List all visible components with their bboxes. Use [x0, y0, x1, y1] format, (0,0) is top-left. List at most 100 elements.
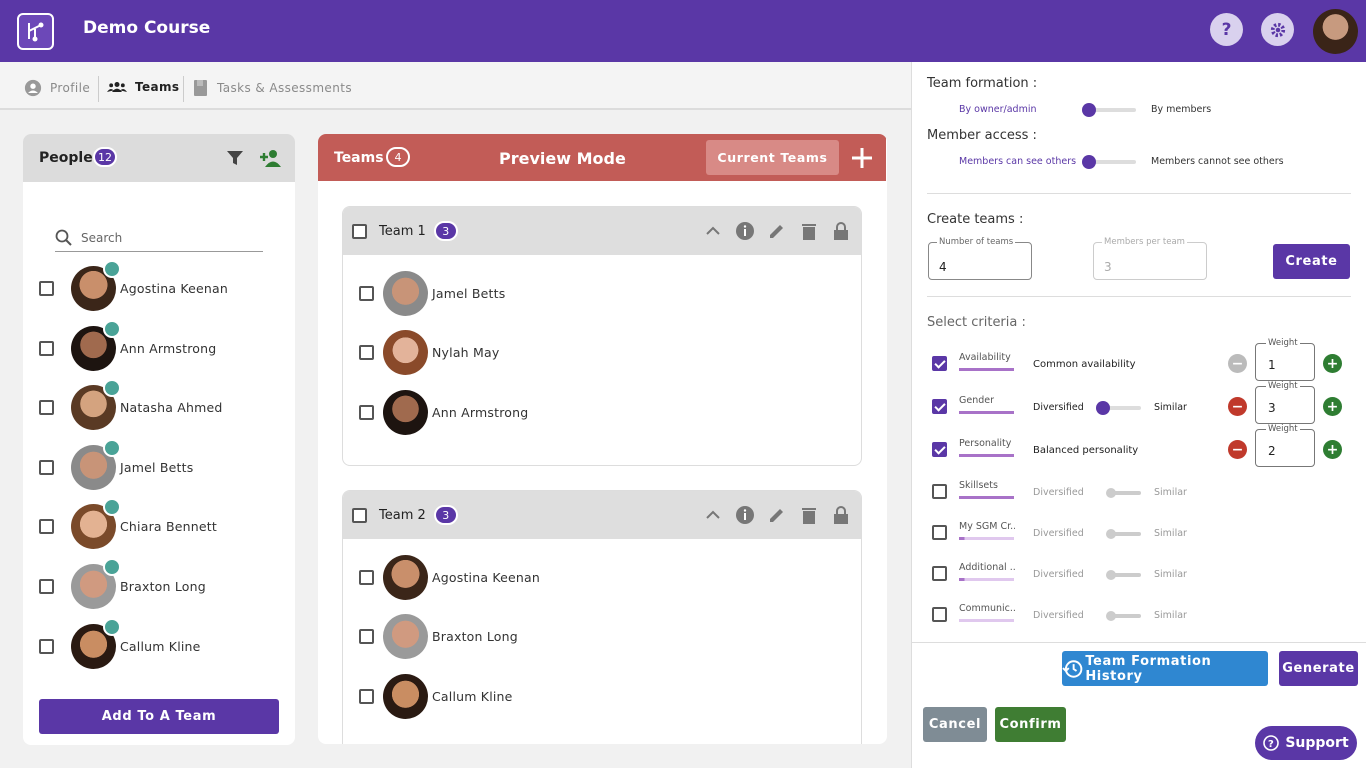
- user-avatar[interactable]: [1313, 9, 1358, 54]
- member-checkbox[interactable]: [359, 285, 374, 301]
- cancel-button[interactable]: Cancel: [923, 707, 987, 742]
- person-checkbox[interactable]: [39, 340, 54, 356]
- add-to-team-button[interactable]: Add To A Team: [39, 699, 279, 734]
- criteria-slider[interactable]: [1106, 488, 1141, 498]
- support-button[interactable]: ? Support: [1255, 726, 1357, 760]
- person-row[interactable]: Ann Armstrong: [39, 319, 216, 372]
- criteria-checkbox[interactable]: [932, 525, 947, 540]
- lock-icon[interactable]: [831, 505, 851, 525]
- confirm-button[interactable]: Confirm: [995, 707, 1066, 742]
- chevron-up-icon[interactable]: [703, 221, 723, 241]
- current-teams-button[interactable]: Current Teams: [706, 140, 839, 175]
- criteria-slider[interactable]: [1106, 529, 1141, 539]
- criteria-checkbox[interactable]: [932, 356, 947, 371]
- number-of-teams-field[interactable]: Number of teams 4: [928, 237, 1032, 280]
- add-team-icon[interactable]: [851, 147, 873, 169]
- person-checkbox[interactable]: [39, 638, 54, 654]
- person-row[interactable]: Braxton Long: [39, 557, 206, 610]
- weight-field[interactable]: Weight 1: [1255, 338, 1315, 381]
- member-checkbox[interactable]: [359, 628, 374, 644]
- criteria-checkbox[interactable]: [932, 607, 947, 622]
- person-row[interactable]: Jamel Betts: [39, 438, 193, 491]
- tab-teams[interactable]: Teams: [107, 79, 179, 95]
- people-header: People 12: [23, 134, 295, 182]
- create-button[interactable]: Create: [1273, 244, 1350, 279]
- weight-value[interactable]: 2: [1268, 444, 1276, 458]
- person-checkbox[interactable]: [39, 280, 54, 296]
- team-member-row[interactable]: Callum Kline: [359, 672, 513, 720]
- access-toggle[interactable]: [1082, 155, 1136, 169]
- slider-knob[interactable]: [1106, 529, 1116, 539]
- person-row[interactable]: Agostina Keenan: [39, 259, 228, 312]
- slider-knob[interactable]: [1106, 611, 1116, 621]
- minus-icon[interactable]: −: [1228, 440, 1247, 459]
- team-checkbox[interactable]: [352, 507, 367, 523]
- toggle-knob[interactable]: [1082, 155, 1096, 169]
- formation-toggle[interactable]: [1082, 103, 1136, 117]
- info-icon[interactable]: [735, 221, 755, 241]
- person-row[interactable]: Chiara Bennett: [39, 497, 217, 550]
- member-checkbox[interactable]: [359, 569, 374, 585]
- person-checkbox[interactable]: [39, 578, 54, 594]
- weight-field[interactable]: Weight 2: [1255, 424, 1315, 467]
- weight-value[interactable]: 3: [1268, 401, 1276, 415]
- slider-knob[interactable]: [1106, 570, 1116, 580]
- criteria-slider[interactable]: [1096, 401, 1141, 415]
- team-member-row[interactable]: Jamel Betts: [359, 269, 505, 317]
- edit-icon[interactable]: [767, 221, 787, 241]
- member-checkbox[interactable]: [359, 344, 374, 360]
- criteria-checkbox[interactable]: [932, 399, 947, 414]
- help-button[interactable]: ?: [1210, 13, 1243, 46]
- lock-icon[interactable]: [831, 221, 851, 241]
- toggle-knob[interactable]: [1082, 103, 1096, 117]
- chevron-up-icon[interactable]: [703, 505, 723, 525]
- slider-knob[interactable]: [1106, 488, 1116, 498]
- number-of-teams-input[interactable]: 4: [939, 260, 947, 274]
- edit-icon[interactable]: [767, 505, 787, 525]
- tab-tasks[interactable]: Tasks & Assessments: [193, 79, 352, 97]
- person-row[interactable]: Natasha Ahmed: [39, 378, 223, 431]
- person-checkbox[interactable]: [39, 518, 54, 534]
- criteria-checkbox[interactable]: [932, 442, 947, 457]
- plus-icon[interactable]: +: [1323, 440, 1342, 459]
- person-row[interactable]: Callum Kline: [39, 617, 201, 670]
- minus-icon[interactable]: −: [1228, 354, 1247, 373]
- team-member-row[interactable]: Braxton Long: [359, 612, 518, 660]
- criteria-checkbox[interactable]: [932, 484, 947, 499]
- people-search[interactable]: Search: [55, 224, 263, 252]
- team-member-row[interactable]: Ann Armstrong: [359, 388, 528, 436]
- criteria-right-label: Similar: [1154, 569, 1187, 580]
- weight-field[interactable]: Weight 3: [1255, 381, 1315, 424]
- criteria-checkbox[interactable]: [932, 566, 947, 581]
- add-person-icon[interactable]: [259, 148, 283, 168]
- generate-button[interactable]: Generate: [1279, 651, 1358, 686]
- minus-icon[interactable]: −: [1228, 397, 1247, 416]
- members-per-team-field[interactable]: Members per team 3: [1093, 237, 1207, 280]
- team-member-row[interactable]: Agostina Keenan: [359, 553, 540, 601]
- filter-icon[interactable]: [226, 149, 244, 167]
- search-input[interactable]: Search: [81, 231, 122, 245]
- trash-icon[interactable]: [799, 221, 819, 241]
- criteria-slider[interactable]: [1106, 570, 1141, 580]
- trash-icon[interactable]: [799, 505, 819, 525]
- settings-button[interactable]: [1261, 13, 1294, 46]
- weight-value[interactable]: 1: [1268, 358, 1276, 372]
- tab-divider: [98, 76, 99, 102]
- plus-icon[interactable]: +: [1323, 397, 1342, 416]
- team-checkbox[interactable]: [352, 223, 367, 239]
- person-name: Braxton Long: [120, 578, 206, 594]
- plus-icon[interactable]: +: [1323, 354, 1342, 373]
- member-checkbox[interactable]: [359, 404, 374, 420]
- slider-knob[interactable]: [1096, 401, 1110, 415]
- tab-profile[interactable]: Profile: [24, 79, 90, 97]
- person-checkbox[interactable]: [39, 399, 54, 415]
- info-icon[interactable]: [735, 505, 755, 525]
- app-logo-icon[interactable]: [17, 13, 54, 50]
- member-checkbox[interactable]: [359, 688, 374, 704]
- person-checkbox[interactable]: [39, 459, 54, 475]
- criteria-slider[interactable]: [1106, 611, 1141, 621]
- team-member-row[interactable]: Nylah May: [359, 328, 499, 376]
- team-formation-history-button[interactable]: Team Formation History: [1062, 651, 1268, 686]
- members-per-team-input[interactable]: 3: [1104, 260, 1112, 274]
- avatar: [383, 270, 428, 316]
